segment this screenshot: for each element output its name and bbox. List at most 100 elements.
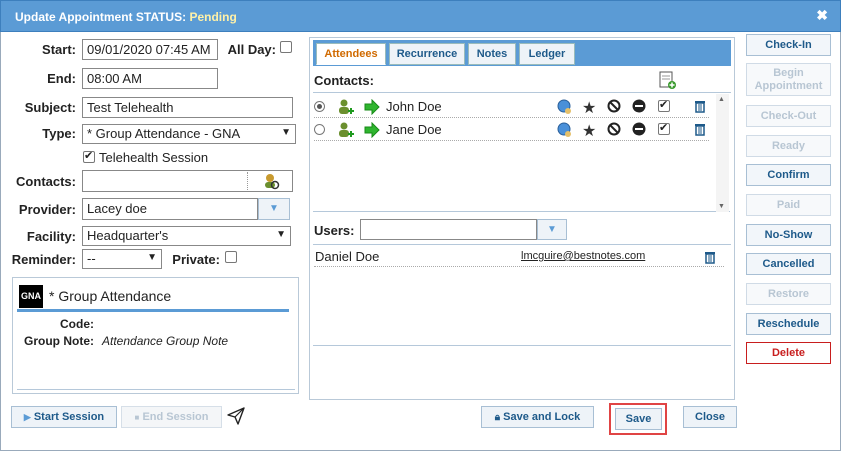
begin-appointment-button[interactable]: Begin Appointment (746, 63, 831, 96)
start-label: Start: (42, 42, 76, 57)
attendee-contacts-label: Contacts: (314, 73, 374, 88)
allday-checkbox[interactable] (280, 41, 292, 53)
appointment-type-divider (17, 309, 289, 312)
user-row: Daniel Doe lmcguire@bestnotes.com (314, 247, 724, 267)
stop-icon: ■ (134, 413, 140, 422)
private-label: Private: (172, 252, 220, 267)
arrow-right-icon[interactable] (364, 121, 380, 139)
restore-button[interactable]: Restore (746, 283, 831, 305)
subject-input[interactable]: Test Telehealth (82, 97, 293, 118)
appointment-type-bottom-rule (17, 389, 295, 390)
block-icon[interactable] (607, 122, 621, 136)
trash-icon[interactable] (694, 99, 706, 113)
add-person-icon[interactable] (337, 121, 355, 139)
end-time-input[interactable]: 08:00 AM (82, 68, 218, 89)
facility-select[interactable]: Headquarter's ▼ (82, 226, 291, 246)
check-in-button[interactable]: Check-In (746, 34, 831, 56)
contact-radio[interactable] (314, 101, 325, 112)
contact-row: John Doe ★ (314, 96, 709, 118)
start-datetime-input[interactable]: 09/01/2020 07:45 AM (82, 39, 218, 60)
save-and-lock-label: Save and Lock (503, 411, 581, 423)
subject-label: Subject: (24, 100, 76, 115)
block-icon[interactable] (607, 99, 621, 113)
contact-checkbox[interactable] (658, 121, 670, 135)
delete-button[interactable]: Delete (746, 342, 831, 364)
dialog-title: Update Appointment STATUS: Pending (15, 10, 237, 24)
reminder-select-value: -- (87, 251, 96, 266)
globe-user-icon[interactable] (557, 99, 573, 115)
star-icon[interactable]: ★ (582, 98, 596, 118)
remove-icon[interactable] (632, 122, 646, 136)
code-label: Code: (60, 317, 94, 331)
add-note-icon[interactable] (658, 71, 676, 89)
remove-icon[interactable] (632, 99, 646, 113)
telehealth-label: Telehealth Session (99, 150, 209, 165)
contact-checkbox[interactable] (658, 98, 670, 112)
users-input[interactable] (360, 219, 537, 240)
reminder-select[interactable]: -- ▼ (82, 249, 162, 269)
users-header-rule (313, 244, 731, 245)
no-show-button[interactable]: No-Show (746, 224, 831, 246)
scroll-up-icon[interactable]: ▲ (718, 96, 725, 103)
provider-dropdown-button[interactable]: ▼ (258, 198, 290, 220)
end-label: End: (47, 71, 76, 86)
gna-badge: GNA (19, 285, 43, 308)
start-session-label: Start Session (33, 411, 105, 423)
dialog-titlebar: Update Appointment STATUS: Pending ✖ (0, 0, 841, 32)
tab-notes[interactable]: Notes (468, 43, 516, 65)
start-session-button[interactable]: ▶ Start Session (11, 406, 117, 428)
contacts-label: Contacts: (16, 174, 76, 189)
users-dropdown-button[interactable]: ▼ (537, 219, 567, 240)
contact-row: Jane Doe ★ (314, 119, 709, 141)
reschedule-button[interactable]: Reschedule (746, 313, 831, 335)
arrow-right-icon[interactable] (364, 98, 380, 116)
group-note-value: Attendance Group Note (102, 334, 229, 348)
type-label: Type: (42, 126, 76, 141)
type-select[interactable]: * Group Attendance - GNA ▼ (82, 124, 296, 144)
cancelled-button[interactable]: Cancelled (746, 253, 831, 275)
send-icon[interactable] (226, 406, 246, 426)
confirm-button[interactable]: Confirm (746, 164, 831, 186)
save-button[interactable]: Save (615, 408, 662, 430)
chevron-down-icon: ▼ (147, 252, 157, 263)
users-bottom-rule (313, 345, 731, 346)
provider-input[interactable]: Lacey doe (82, 198, 258, 220)
allday-label: All Day: (227, 42, 276, 57)
chevron-down-icon: ▼ (281, 127, 291, 138)
contact-radio[interactable] (314, 124, 325, 135)
save-and-lock-button[interactable]: 🔒︎ Save and Lock (481, 406, 594, 428)
globe-user-icon[interactable] (557, 122, 573, 138)
appointment-type-name: * Group Attendance (49, 288, 172, 304)
play-icon: ▶ (23, 412, 31, 422)
contact-name: Jane Doe (386, 122, 442, 137)
type-select-value: * Group Attendance - GNA (87, 126, 241, 141)
contact-list-scrollbar[interactable]: ▲ ▼ (716, 94, 729, 212)
contact-lookup-icon[interactable] (262, 172, 280, 190)
contacts-divider (247, 172, 248, 190)
lock-icon: 🔒︎ (494, 412, 501, 423)
user-name: Daniel Doe (315, 249, 380, 264)
ready-button[interactable]: Ready (746, 135, 831, 157)
trash-icon[interactable] (694, 122, 706, 136)
star-icon[interactable]: ★ (582, 121, 596, 141)
close-button[interactable]: Close (683, 406, 737, 428)
close-icon[interactable]: ✖ (816, 7, 828, 24)
group-note-label: Group Note: (24, 334, 94, 348)
paid-button[interactable]: Paid (746, 194, 831, 216)
user-email-link[interactable]: lmcguire@bestnotes.com (521, 250, 645, 262)
tab-recurrence[interactable]: Recurrence (389, 43, 465, 65)
end-session-label: End Session (142, 411, 209, 423)
add-person-icon[interactable] (337, 98, 355, 116)
trash-icon[interactable] (704, 250, 716, 264)
tab-ledger[interactable]: Ledger (519, 43, 575, 65)
end-session-button[interactable]: ■ End Session (121, 406, 222, 428)
tab-attendees[interactable]: Attendees (316, 43, 386, 65)
provider-label: Provider: (18, 202, 76, 217)
scroll-down-icon[interactable]: ▼ (718, 203, 725, 210)
check-out-button[interactable]: Check-Out (746, 105, 831, 127)
contacts-header-rule (313, 92, 731, 93)
telehealth-checkbox[interactable] (83, 149, 95, 163)
private-checkbox[interactable] (225, 251, 237, 263)
users-label: Users: (314, 223, 355, 238)
contact-name: John Doe (386, 99, 442, 114)
